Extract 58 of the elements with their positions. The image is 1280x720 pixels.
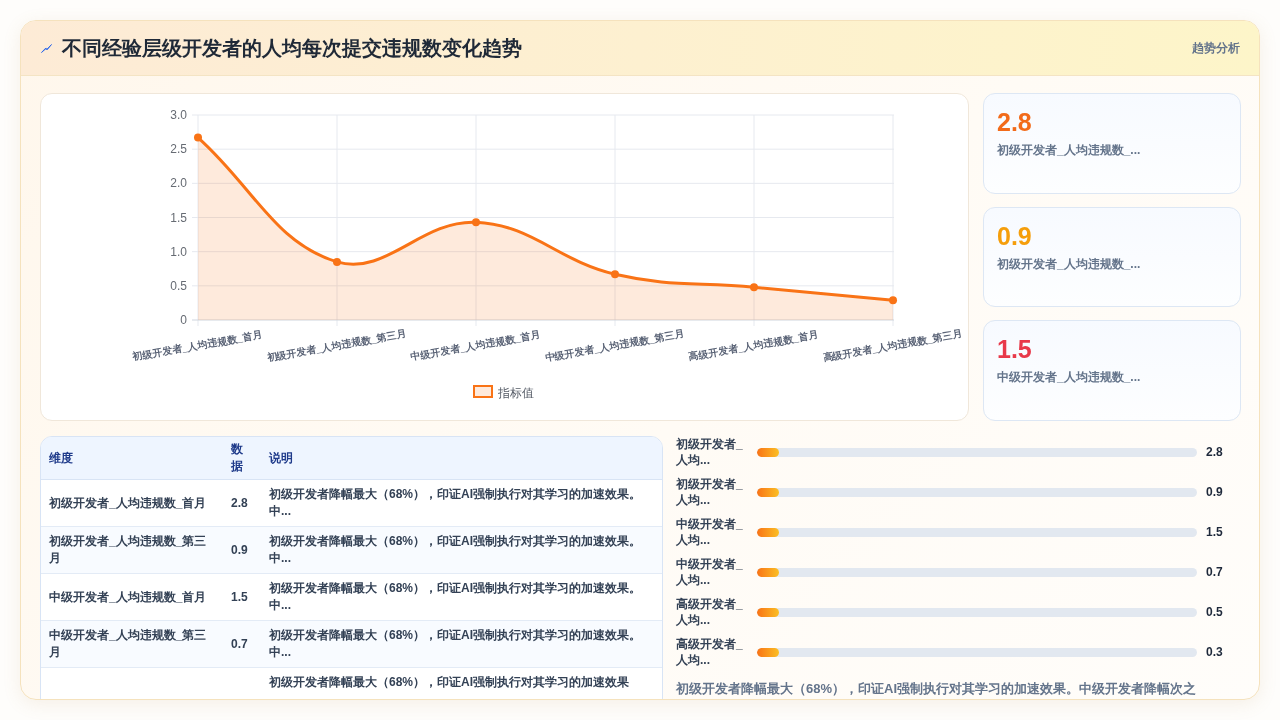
data-point [472,218,480,227]
table-cell: 中级开发者_人均违规数_首月 [41,573,223,621]
bar-value: 0.9 [1206,485,1224,499]
bar-value: 1.5 [1206,525,1224,539]
data-point [889,296,897,305]
page-title: 不同经验层级开发者的人均每次提交违规数变化趋势 [62,36,522,60]
bar-label: 中级开发者_人均... [676,516,744,548]
bar-label: 高级开发者_人均... [676,636,744,668]
legend-label: 指标值 [498,386,534,400]
data-point [333,257,341,266]
bar-label: 高级开发者_人均... [676,596,744,628]
legend-swatch-icon [473,385,493,398]
bar-label: 中级开发者_人均... [676,556,744,588]
data-point [194,133,202,142]
stat-label: 初级开发者_人均违规数_... [997,255,1141,272]
summary-text: 初级开发者降幅最大（68%），印证AI强制执行对其学习的加速效果。中级开发者降幅次之 [676,681,1197,697]
x-axis-label: 高级开发者_人均违规数_首月 [687,328,819,363]
table-cell: 初级开发者降幅最大（68%），印证AI强制执行对其学习的加速效果。中... [261,479,662,527]
x-axis-label: 初级开发者_人均违规数_第三月 [265,327,407,364]
y-axis-label: 2.0 [170,176,187,191]
table-cell: 初级开发者降幅最大（68%），印证AI强制执行对其学习的加速效果。中... [261,573,662,621]
section-tag: 趋势分析 [1192,39,1240,57]
table-cell: 0.9 [223,526,261,574]
x-axis-label: 中级开发者_人均违规数_首月 [409,328,541,363]
y-axis-label: 1.0 [170,244,187,259]
table-cell: 1.5 [223,573,261,621]
bar-value: 0.7 [1206,565,1224,579]
table-cell: 初级开发者_人均违规数_第三月 [41,526,223,574]
data-point [750,283,758,292]
x-axis-label: 初级开发者_人均违规数_首月 [131,328,263,363]
stat-value: 1.5 [997,334,1032,365]
x-axis-label: 中级开发者_人均违规数_第三月 [543,327,685,364]
zigzag-icon [41,43,52,53]
bar-value: 0.3 [1206,645,1224,659]
column-header: 维度 [41,437,223,480]
bar-label: 初级开发者_人均... [676,436,744,468]
stat-value: 0.9 [997,220,1032,251]
bar-label: 初级开发者_人均... [676,476,744,508]
data-point [611,270,619,279]
y-axis-label: 2.5 [170,142,187,157]
stat-value: 2.8 [997,107,1032,137]
table-cell: 初级开发者降幅最大（68%），印证AI强制执行对其学习的加速效果。中... [261,620,662,668]
bar-value: 0.5 [1206,605,1224,619]
stat-label: 初级开发者_人均违规数_... [997,142,1141,158]
stat-label: 中级开发者_人均违规数_... [997,369,1141,386]
y-axis-label: 1.5 [170,210,187,225]
column-header: 说明 [261,437,662,480]
table-cell: 初级开发者_人均违规数_首月 [41,479,223,527]
table-cell: 2.8 [223,479,261,527]
y-axis-label: 0 [180,313,187,327]
table-cell: 中级开发者_人均违规数_第三月 [41,620,223,668]
y-axis-label: 0.5 [170,278,187,293]
table-cell: 初级开发者降幅最大（68%），印证AI强制执行对其学习的加速效果。中... [261,526,662,574]
y-axis-label: 3.0 [170,108,187,122]
bar-value: 2.8 [1206,445,1224,459]
column-header: 数据 [223,437,261,480]
x-axis-label: 高级开发者_人均违规数_第三月 [821,327,963,364]
table-cell: 0.7 [223,620,261,668]
